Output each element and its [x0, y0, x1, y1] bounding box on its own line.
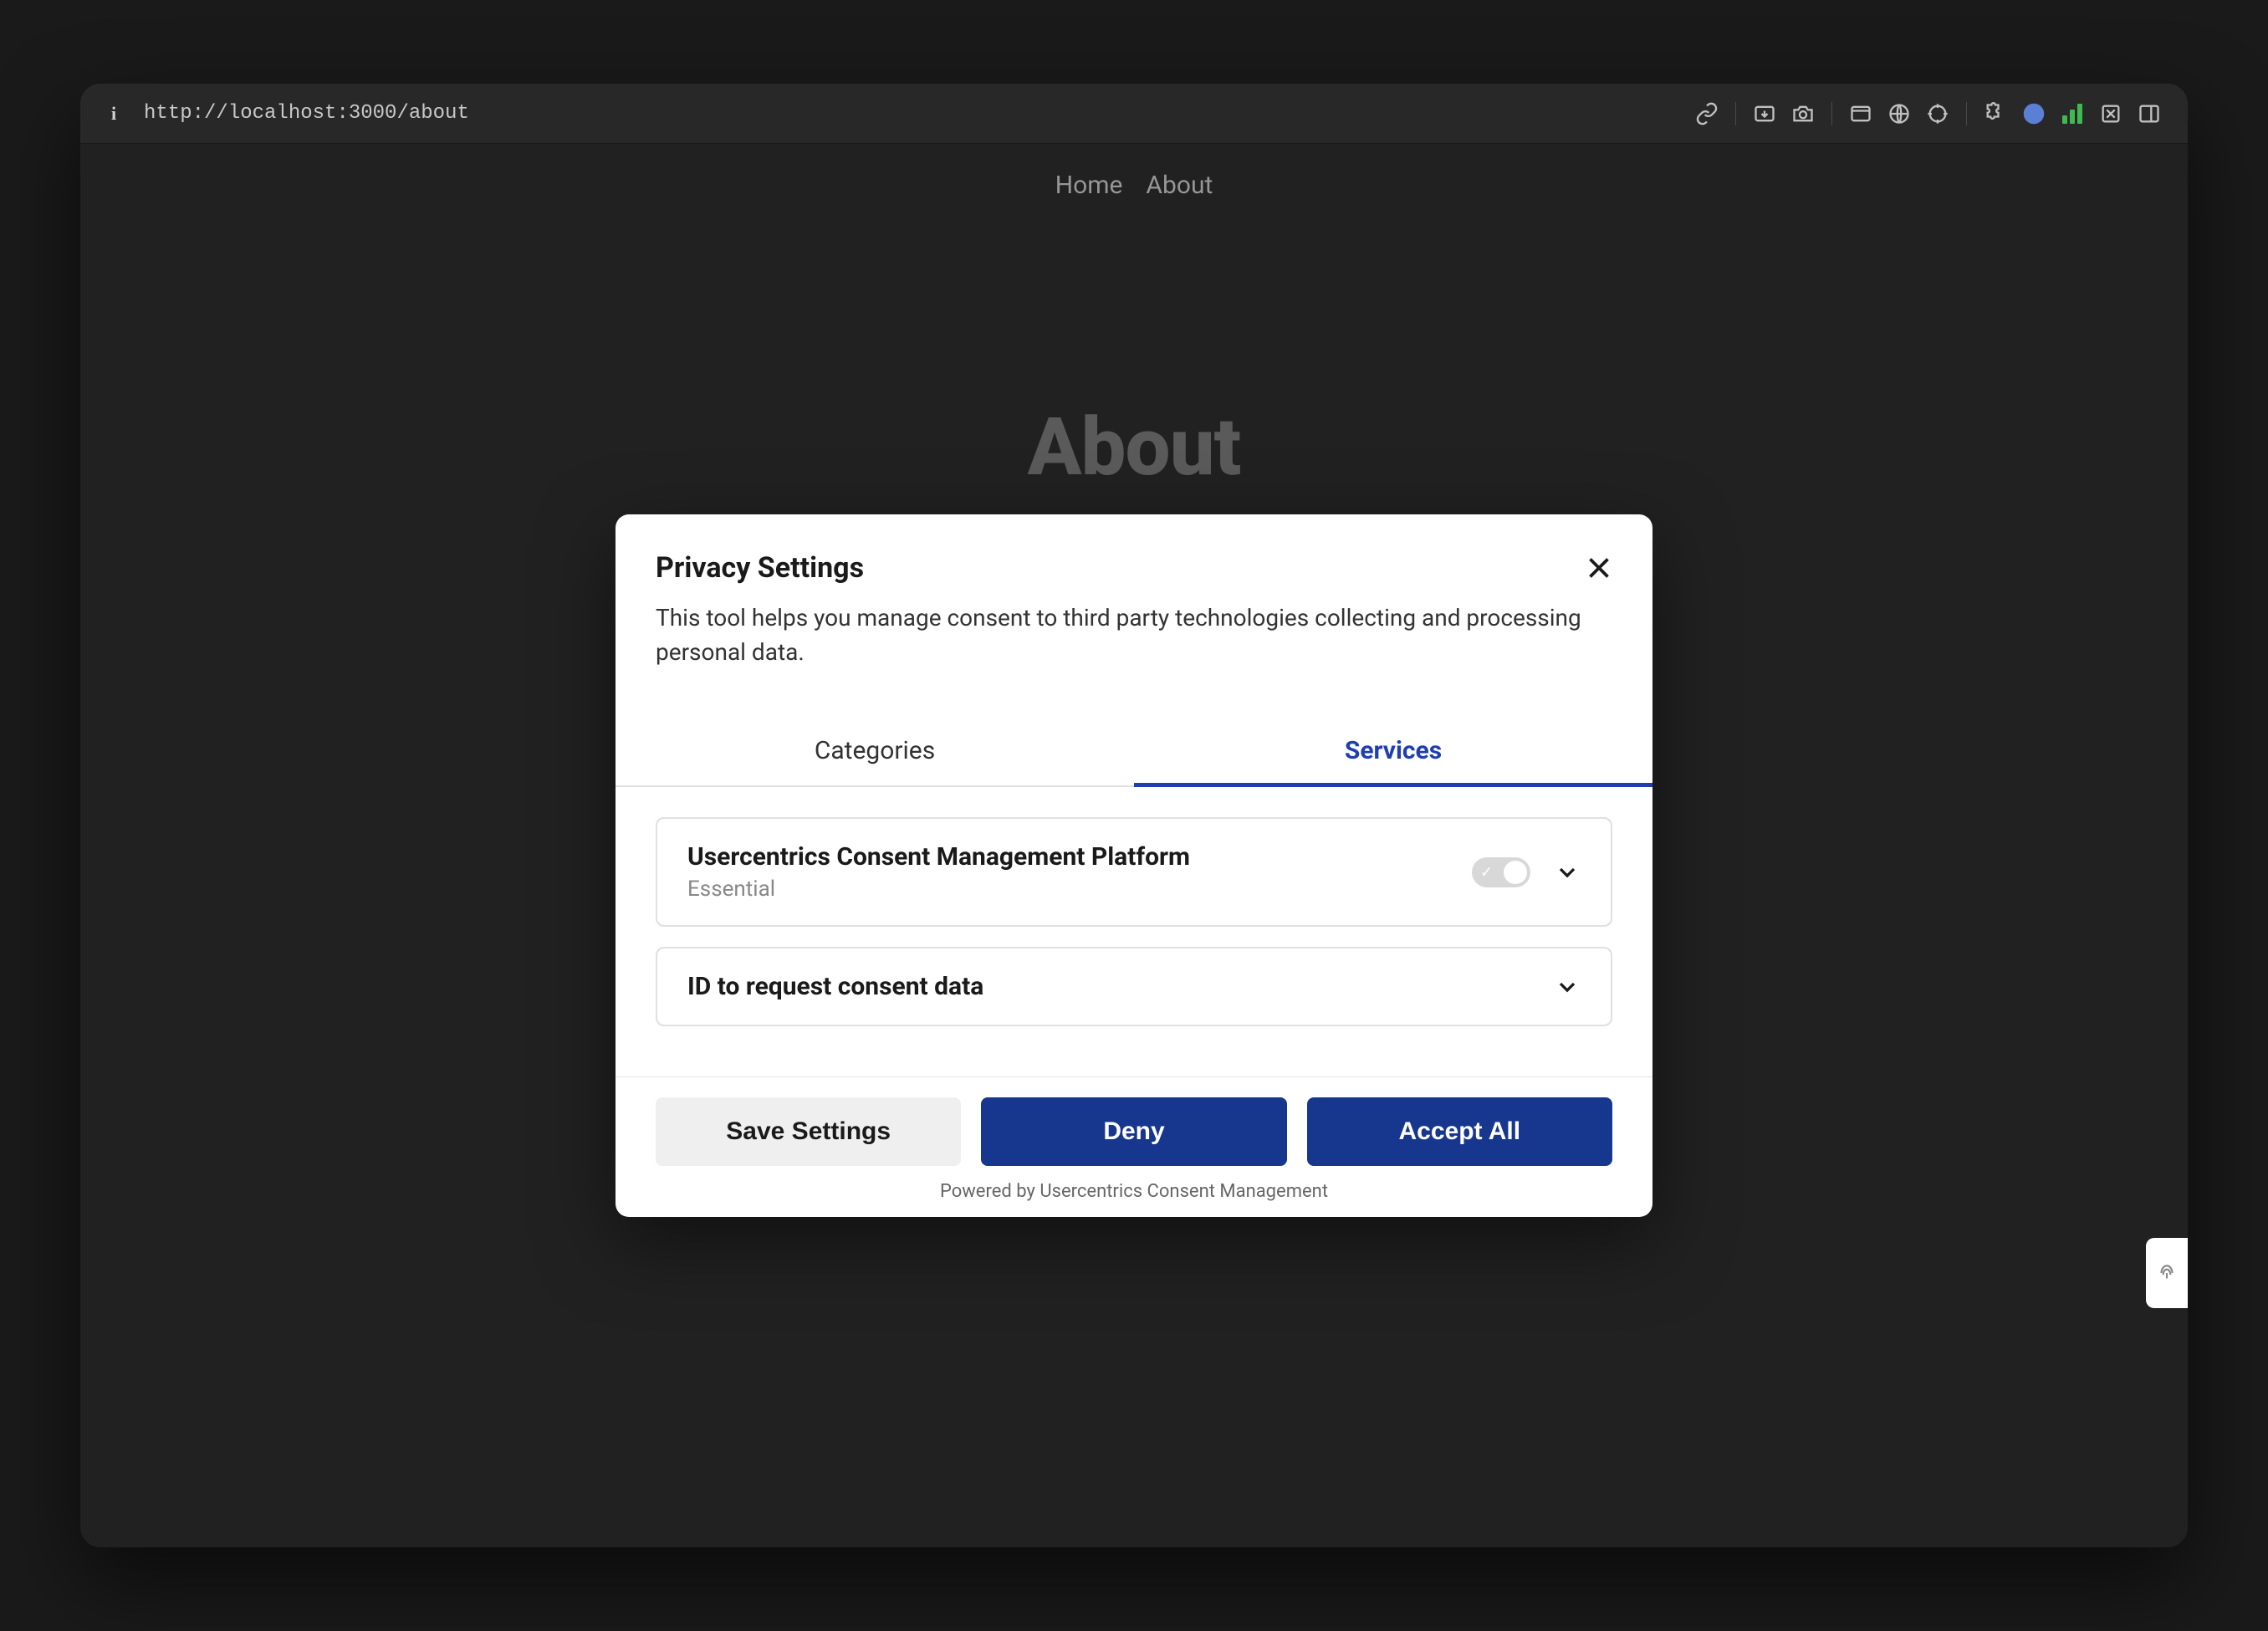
- service-name: ID to request consent data: [687, 972, 983, 1001]
- check-icon: ✓: [1480, 863, 1493, 881]
- service-controls: ✓: [1472, 857, 1581, 887]
- powered-by-link[interactable]: Usercentrics Consent Management: [1040, 1181, 1328, 1202]
- services-list: Usercentrics Consent Management Platform…: [616, 787, 1652, 1076]
- service-card[interactable]: ID to request consent data: [656, 947, 1612, 1026]
- powered-by-prefix: Powered by: [940, 1181, 1040, 1202]
- chevron-down-icon: [1554, 859, 1581, 886]
- modal-overlay: Privacy Settings This tool helps you man…: [80, 84, 2188, 1547]
- tab-services[interactable]: Services: [1134, 716, 1652, 785]
- deny-button[interactable]: Deny: [981, 1097, 1286, 1166]
- modal-description: This tool helps you manage consent to th…: [656, 601, 1612, 669]
- button-row: Save Settings Deny Accept All: [656, 1097, 1612, 1166]
- modal-footer: Save Settings Deny Accept All Powered by…: [616, 1076, 1652, 1217]
- save-settings-button[interactable]: Save Settings: [656, 1097, 961, 1166]
- modal-header: Privacy Settings This tool helps you man…: [616, 514, 1652, 693]
- browser-window: i http://localhost:3000/about: [80, 84, 2188, 1547]
- side-tab-button[interactable]: [2146, 1238, 2188, 1308]
- powered-by: Powered by Usercentrics Consent Manageme…: [656, 1181, 1612, 1202]
- modal-tabs: Categories Services: [616, 716, 1652, 787]
- service-name: Usercentrics Consent Management Platform: [687, 842, 1190, 872]
- service-toggle[interactable]: ✓: [1472, 857, 1530, 887]
- service-info: ID to request consent data: [687, 972, 983, 1001]
- fingerprint-icon: [2156, 1262, 2178, 1284]
- tab-categories[interactable]: Categories: [616, 716, 1134, 785]
- accept-all-button[interactable]: Accept All: [1307, 1097, 1612, 1166]
- service-controls: [1554, 974, 1581, 1000]
- close-button[interactable]: [1581, 550, 1617, 586]
- service-info: Usercentrics Consent Management Platform…: [687, 842, 1190, 902]
- privacy-settings-modal: Privacy Settings This tool helps you man…: [616, 514, 1652, 1217]
- modal-title: Privacy Settings: [656, 551, 1612, 585]
- service-card[interactable]: Usercentrics Consent Management Platform…: [656, 817, 1612, 927]
- chevron-down-icon: [1554, 974, 1581, 1000]
- service-category: Essential: [687, 877, 1190, 902]
- close-icon: [1584, 553, 1614, 583]
- toggle-knob: [1504, 861, 1527, 884]
